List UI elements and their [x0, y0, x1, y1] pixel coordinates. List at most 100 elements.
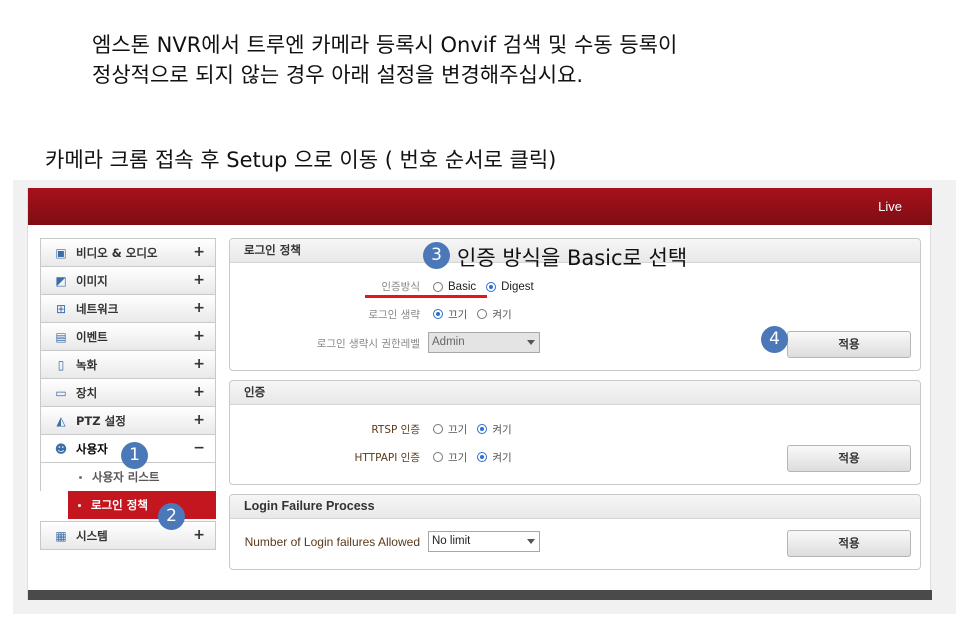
- sidebar-item-label: 비디오 & 오디오: [76, 245, 158, 260]
- highlight-underline: [365, 295, 487, 298]
- radio-icon[interactable]: [433, 282, 443, 292]
- instruction-line-1: 엠스톤 NVR에서 트루엔 카메라 등록시 Onvif 검색 및 수동 등록이: [92, 33, 678, 57]
- sidebar-item-image[interactable]: ◩ 이미지 +: [40, 266, 216, 295]
- record-icon: ▯: [57, 357, 65, 372]
- auth-panel: 인증 RTSP 인증 끄기 켜기 HTTPAPI 인증 끄기 켜기 적용: [229, 380, 921, 485]
- sidebar-item-network[interactable]: ⊞ 네트워크 +: [40, 294, 216, 323]
- live-link[interactable]: Live: [878, 199, 902, 214]
- sidebar-item-label: 장치: [76, 385, 98, 400]
- auth-title: 인증: [230, 381, 920, 405]
- step-marker-2: 2: [158, 503, 185, 530]
- login-failure-title: Login Failure Process: [230, 495, 920, 519]
- sidebar-item-label: 이벤트: [76, 329, 108, 344]
- radio-icon[interactable]: [477, 309, 488, 319]
- ptz-icon: ◭: [56, 413, 66, 428]
- radio-selected-icon[interactable]: [486, 282, 497, 292]
- bullet-icon: [78, 503, 81, 507]
- radio-selected-icon[interactable]: [477, 452, 488, 462]
- login-policy-apply-button[interactable]: 적용: [787, 331, 911, 358]
- login-failure-count-label: Number of Login failures Allowed: [244, 535, 420, 549]
- step-caption: 카메라 크롬 접속 후 Setup 으로 이동 ( 번호 순서로 클릭): [45, 148, 557, 172]
- chevron-down-icon: [527, 539, 535, 544]
- sidebar-item-label: 녹화: [76, 357, 98, 372]
- rtsp-off-option[interactable]: 끄기: [433, 422, 467, 437]
- chevron-down-icon: [527, 340, 535, 345]
- system-icon: ▦: [55, 528, 67, 543]
- httpapi-on-option[interactable]: 켜기: [477, 450, 512, 465]
- sidebar-item-event[interactable]: ▤ 이벤트 +: [40, 322, 216, 351]
- rtsp-on-label: 켜기: [492, 423, 512, 436]
- rtsp-off-label: 끄기: [448, 423, 468, 436]
- sidebar-item-label: PTZ 설정: [76, 413, 126, 428]
- httpapi-off-option[interactable]: 끄기: [433, 450, 467, 465]
- video-audio-icon: ▣: [55, 245, 67, 260]
- skip-login-label: 로그인 생략: [368, 309, 420, 321]
- step-marker-4: 4: [761, 326, 788, 353]
- httpapi-off-label: 끄기: [448, 451, 468, 464]
- rtsp-on-option[interactable]: 켜기: [477, 422, 512, 437]
- top-bar: Live: [28, 188, 932, 225]
- expand-icon: +: [193, 244, 205, 260]
- expand-icon: +: [193, 328, 205, 344]
- skip-level-value: Admin: [432, 336, 465, 348]
- step-marker-1: 1: [121, 442, 148, 469]
- expand-icon: +: [193, 527, 205, 543]
- sidebar-subitem-label: 사용자 리스트: [92, 470, 160, 484]
- httpapi-auth-options: 끄기 켜기: [433, 447, 522, 467]
- httpapi-on-label: 켜기: [492, 451, 512, 464]
- expand-icon: +: [193, 412, 205, 428]
- sidebar-subitem-label: 로그인 정책: [91, 498, 148, 512]
- sidebar-item-label: 시스템: [76, 528, 108, 543]
- sidebar-item-label: 사용자: [76, 441, 108, 456]
- radio-selected-icon[interactable]: [477, 424, 488, 434]
- radio-selected-icon[interactable]: [433, 309, 443, 319]
- instruction-line-2: 정상적으로 되지 않는 경우 아래 설정을 변경해주십시요.: [92, 63, 584, 87]
- sidebar-item-record[interactable]: ▯ 녹화 +: [40, 350, 216, 379]
- radio-icon[interactable]: [433, 424, 443, 434]
- sidebar-item-ptz[interactable]: ◭ PTZ 설정 +: [40, 406, 216, 435]
- step-marker-3: 3: [423, 242, 450, 269]
- user-icon: ☻: [54, 441, 68, 456]
- event-icon: ▤: [55, 329, 67, 344]
- collapse-icon: −: [193, 440, 205, 456]
- auth-method-label: 인증방식: [381, 281, 420, 293]
- login-failure-apply-button[interactable]: 적용: [787, 530, 911, 557]
- instruction-text: 엠스톤 NVR에서 트루엔 카메라 등록시 Onvif 검색 및 수동 등록이 …: [92, 30, 677, 90]
- step-3-instruction: 인증 방식을 Basic로 선택: [457, 246, 688, 270]
- skip-on-option[interactable]: 켜기: [477, 307, 512, 322]
- httpapi-auth-label: HTTPAPI 인증: [354, 452, 420, 464]
- network-icon: ⊞: [55, 301, 67, 316]
- sidebar-item-video-audio[interactable]: ▣ 비디오 & 오디오 +: [40, 238, 216, 267]
- sidebar-item-system[interactable]: ▦ 시스템 +: [40, 521, 216, 550]
- sidebar-item-device[interactable]: ▭ 장치 +: [40, 378, 216, 407]
- rtsp-auth-label: RTSP 인증: [371, 424, 420, 436]
- expand-icon: +: [193, 384, 205, 400]
- auth-method-options: Basic Digest: [433, 277, 544, 297]
- skip-login-options: 끄기 켜기: [433, 304, 522, 324]
- skip-level-label: 로그인 생략시 권한레벨: [316, 338, 420, 350]
- auth-digest-label: Digest: [501, 281, 534, 293]
- auth-apply-button[interactable]: 적용: [787, 445, 911, 472]
- sidebar: ▣ 비디오 & 오디오 + ◩ 이미지 + ⊞ 네트워크 + ▤ 이벤트 + ▯…: [40, 238, 216, 550]
- auth-basic-label: Basic: [448, 281, 477, 293]
- device-icon: ▭: [55, 385, 67, 400]
- login-failure-panel: Login Failure Process Number of Login fa…: [229, 494, 921, 570]
- radio-icon[interactable]: [433, 452, 443, 462]
- skip-on-label: 켜기: [492, 308, 512, 321]
- login-failure-count-value: No limit: [432, 535, 471, 547]
- sidebar-item-label: 이미지: [76, 273, 108, 288]
- bullet-icon: [79, 475, 82, 479]
- image-icon: ◩: [55, 273, 67, 288]
- auth-digest-option[interactable]: Digest: [486, 281, 534, 293]
- skip-off-option[interactable]: 끄기: [433, 307, 467, 322]
- rtsp-auth-options: 끄기 켜기: [433, 419, 522, 439]
- login-failure-count-select[interactable]: No limit: [428, 531, 540, 552]
- expand-icon: +: [193, 272, 205, 288]
- skip-off-label: 끄기: [448, 308, 468, 321]
- skip-level-select[interactable]: Admin: [428, 332, 540, 353]
- sidebar-subitem-login-policy[interactable]: 로그인 정책: [68, 491, 216, 519]
- auth-basic-option[interactable]: Basic: [433, 281, 476, 293]
- expand-icon: +: [193, 300, 205, 316]
- expand-icon: +: [193, 356, 205, 372]
- footer-bar: [28, 590, 932, 600]
